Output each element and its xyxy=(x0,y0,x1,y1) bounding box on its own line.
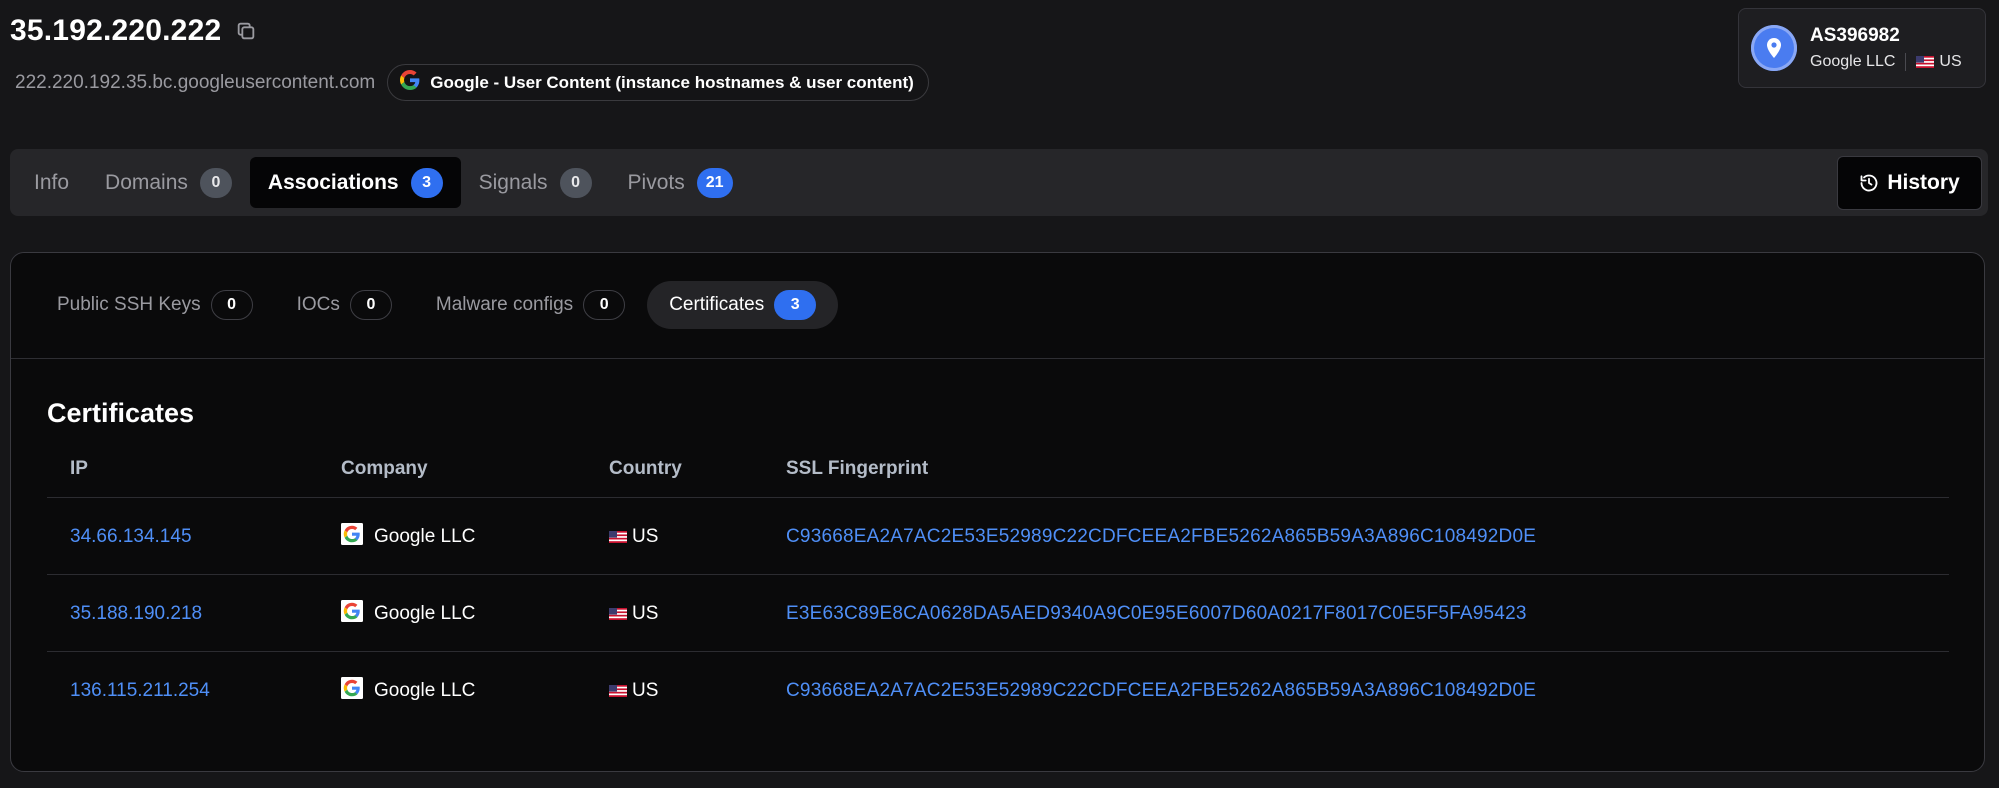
row-fingerprint-link[interactable]: E3E63C89E8CA0628DA5AED9340A9C0E95E6007D6… xyxy=(786,575,1527,652)
tab-count-badge: 0 xyxy=(559,167,592,198)
row-fingerprint-link[interactable]: C93668EA2A7AC2E53E52989C22CDFCEEA2FBE526… xyxy=(786,498,1536,575)
google-logo-icon xyxy=(341,599,363,628)
us-flag-icon xyxy=(1916,56,1935,68)
hostname-row: 222.220.192.35.bc.googleusercontent.com … xyxy=(15,64,929,101)
column-header-ip: IP xyxy=(70,458,88,479)
tab-label: Associations xyxy=(267,170,399,194)
tab-count-badge: 0 xyxy=(199,167,232,198)
divider xyxy=(1905,53,1907,71)
subtab-count: 0 xyxy=(583,290,626,320)
us-flag-icon xyxy=(609,530,627,543)
row-company: Google LLC xyxy=(341,575,475,652)
association-subtabs: Public SSH Keys 0 IOCs 0 Malware configs… xyxy=(35,281,839,329)
country-code: US xyxy=(632,602,659,624)
provider-tag[interactable]: Google - User Content (instance hostname… xyxy=(387,64,929,101)
asn-country: US xyxy=(1939,53,1962,70)
row-country: US xyxy=(609,652,658,729)
location-pin-icon xyxy=(1751,25,1797,71)
tab-info[interactable]: Info xyxy=(16,157,87,208)
column-header-fingerprint: SSL Fingerprint xyxy=(786,458,929,479)
subtab-certificates[interactable]: Certificates 3 xyxy=(647,281,839,329)
tab-label: Domains xyxy=(105,170,188,194)
asn-org: Google LLC xyxy=(1810,53,1896,70)
company-name: Google LLC xyxy=(374,525,476,547)
certificates-table: IP Company Country SSL Fingerprint 34.66… xyxy=(47,443,1949,728)
row-fingerprint-link[interactable]: C93668EA2A7AC2E53E52989C22CDFCEEA2FBE526… xyxy=(786,652,1536,729)
subtab-label: Public SSH Keys xyxy=(57,294,201,315)
divider xyxy=(11,358,1984,359)
row-country: US xyxy=(609,575,658,652)
tab-associations[interactable]: Associations 3 xyxy=(249,157,461,208)
copy-icon[interactable] xyxy=(233,18,259,44)
provider-tag-label: Google - User Content (instance hostname… xyxy=(430,72,914,92)
tab-pivots[interactable]: Pivots 21 xyxy=(610,157,751,208)
row-country: US xyxy=(609,498,658,575)
subtab-label: Certificates xyxy=(669,294,765,315)
company-name: Google LLC xyxy=(374,602,476,624)
tab-label: Signals xyxy=(478,170,548,194)
subtab-count: 0 xyxy=(349,290,392,320)
company-name: Google LLC xyxy=(374,679,476,701)
subtab-iocs[interactable]: IOCs 0 xyxy=(275,281,414,329)
asn-card[interactable]: AS396982 Google LLC US xyxy=(1738,8,1986,88)
row-company: Google LLC xyxy=(341,652,475,729)
tab-count-badge: 21 xyxy=(696,167,733,198)
table-header: IP Company Country SSL Fingerprint xyxy=(47,443,1949,497)
page: 35.192.220.222 222.220.192.35.bc.googleu… xyxy=(0,0,1999,788)
section-title: Certificates xyxy=(47,398,195,428)
row-ip-link[interactable]: 35.188.190.218 xyxy=(70,575,202,652)
tab-domains[interactable]: Domains 0 xyxy=(87,157,250,208)
page-title: 35.192.220.222 xyxy=(10,14,222,47)
subtab-public-ssh-keys[interactable]: Public SSH Keys 0 xyxy=(35,281,275,329)
history-button[interactable]: History xyxy=(1837,156,1982,210)
row-ip-link[interactable]: 136.115.211.254 xyxy=(70,652,210,729)
table-row: 35.188.190.218 Google LLC US E3E63C89E8C… xyxy=(47,574,1949,651)
row-ip-link[interactable]: 34.66.134.145 xyxy=(70,498,192,575)
country-code: US xyxy=(632,525,659,547)
main-tab-bar: Info Domains 0 Associations 3 Signals 0 … xyxy=(10,149,1988,216)
us-flag-icon xyxy=(609,684,627,697)
ip-header: 35.192.220.222 xyxy=(10,14,259,48)
subtab-malware-configs[interactable]: Malware configs 0 xyxy=(414,281,647,329)
tab-label: Info xyxy=(34,170,70,194)
google-logo-icon xyxy=(341,522,363,551)
subtab-label: IOCs xyxy=(296,294,340,315)
subtab-count: 0 xyxy=(210,290,253,320)
country-code: US xyxy=(632,679,659,701)
us-flag-icon xyxy=(609,607,627,620)
tab-signals[interactable]: Signals 0 xyxy=(461,157,610,208)
associations-panel: Public SSH Keys 0 IOCs 0 Malware configs… xyxy=(10,252,1985,772)
table-row: 136.115.211.254 Google LLC US C93668EA2A… xyxy=(47,651,1949,728)
row-company: Google LLC xyxy=(341,498,475,575)
history-icon xyxy=(1859,173,1879,193)
history-label: History xyxy=(1887,171,1960,194)
google-logo-icon xyxy=(400,70,420,95)
column-header-country: Country xyxy=(609,458,682,479)
subtab-label: Malware configs xyxy=(435,294,574,315)
tab-label: Pivots xyxy=(627,170,685,194)
asn-number: AS396982 xyxy=(1810,25,1900,46)
tab-count-badge: 3 xyxy=(410,167,443,198)
table-row: 34.66.134.145 Google LLC US C93668EA2A7A… xyxy=(47,497,1949,574)
subtab-count: 3 xyxy=(774,290,817,320)
column-header-company: Company xyxy=(341,458,428,479)
google-logo-icon xyxy=(341,676,363,705)
hostname: 222.220.192.35.bc.googleusercontent.com xyxy=(15,71,376,93)
